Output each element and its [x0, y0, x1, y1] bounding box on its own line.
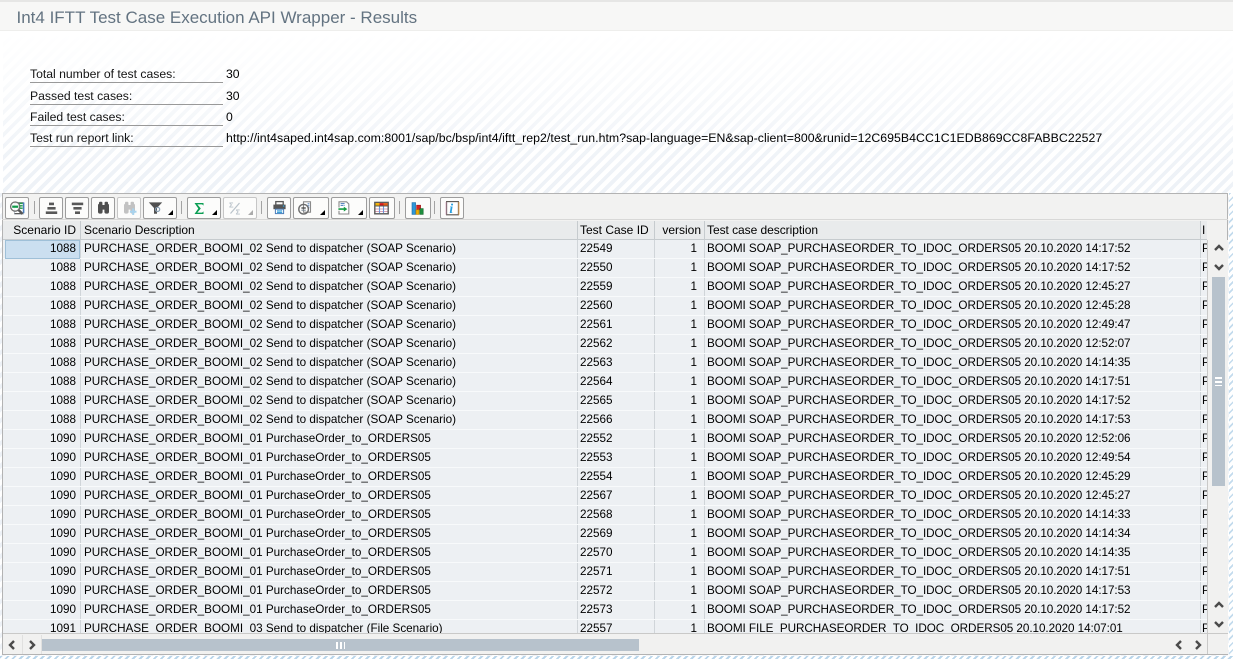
- svg-text:i: i: [449, 201, 453, 216]
- svg-text:Σ: Σ: [236, 208, 241, 217]
- svg-text:Σ: Σ: [229, 201, 234, 210]
